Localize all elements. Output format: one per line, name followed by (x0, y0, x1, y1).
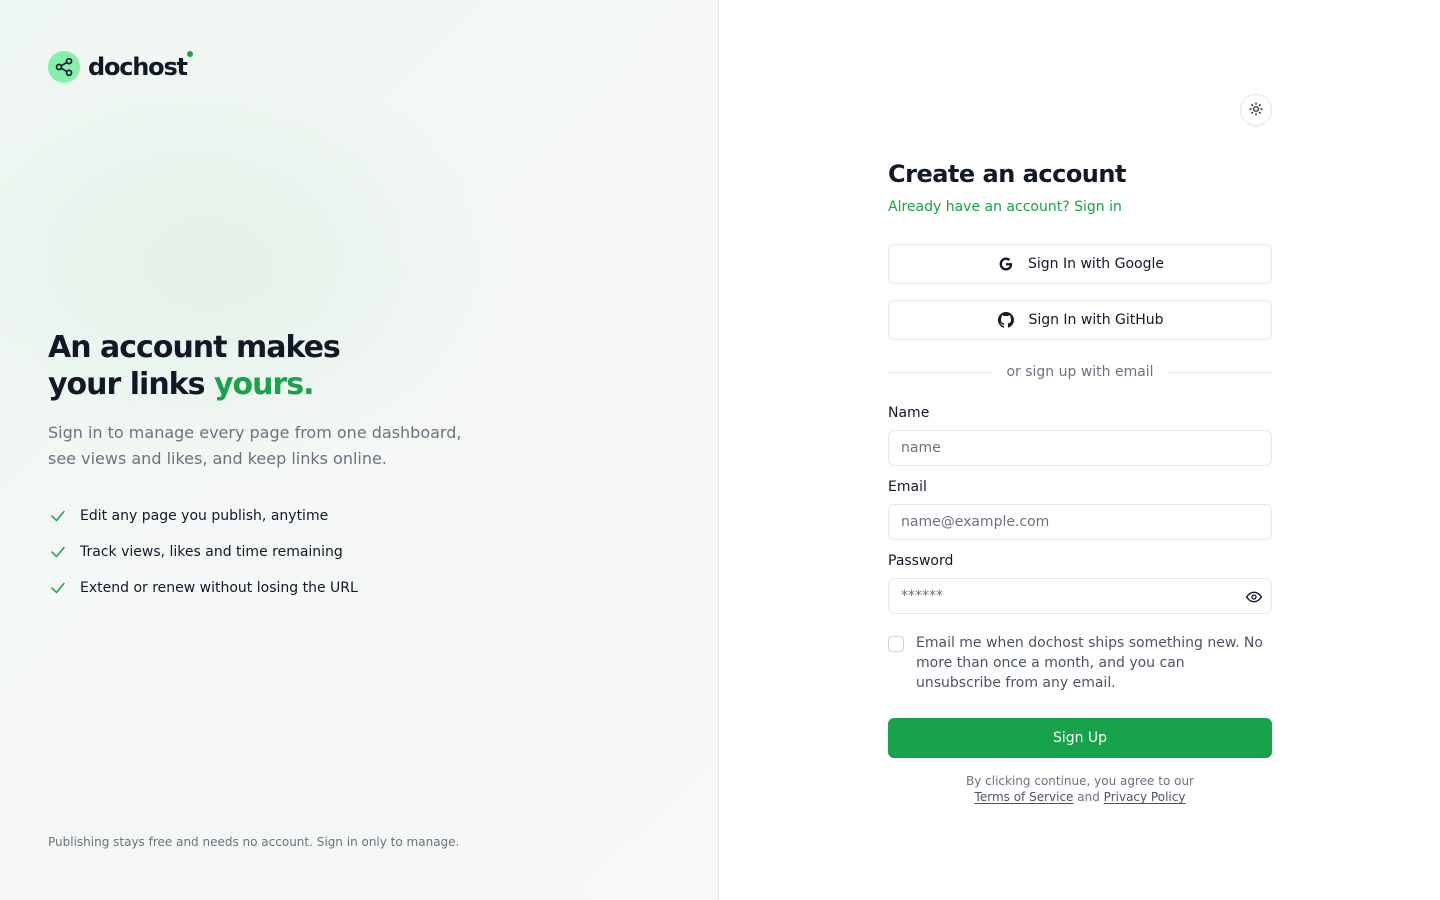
form-title: Create an account (888, 160, 1126, 188)
or-divider: or sign up with email (888, 364, 1273, 380)
eye-icon (1246, 589, 1262, 608)
divider-line (1167, 371, 1273, 373)
check-icon (48, 506, 68, 526)
signup-button[interactable]: Sign Up (888, 718, 1272, 758)
password-input[interactable] (888, 578, 1272, 614)
signin-link[interactable]: Already have an account? Sign in (888, 197, 1272, 217)
footnote: Publishing stays free and needs no accou… (48, 835, 460, 849)
logo[interactable]: dochost (48, 51, 193, 83)
feature-text: Track views, likes and time remaining (80, 544, 343, 560)
github-signin-button[interactable]: Sign In with GitHub (888, 300, 1272, 340)
google-icon (996, 254, 1016, 274)
headline-line2-prefix: your links (48, 367, 214, 402)
share-icon (48, 51, 80, 83)
feature-item: Edit any page you publish, anytime (48, 498, 358, 534)
password-label: Password (888, 553, 954, 569)
hero-headline: An account makes your links yours. (48, 329, 341, 403)
consent-text: Email me when dochost ships something ne… (916, 635, 1263, 691)
name-label: Name (888, 405, 930, 421)
name-input[interactable] (888, 430, 1272, 466)
feature-item: Extend or renew without losing the URL (48, 570, 358, 606)
feature-item: Track views, likes and time remaining (48, 534, 358, 570)
github-icon (996, 310, 1016, 330)
legal-text: By clicking continue, you agree to our T… (888, 773, 1272, 805)
headline-line1: An account makes (48, 330, 341, 365)
signup-form: Create an account Already have an accoun… (888, 157, 1273, 804)
feature-text: Edit any page you publish, anytime (80, 508, 329, 524)
legal-and: and (1077, 790, 1100, 804)
divider-text: or sign up with email (1006, 364, 1154, 380)
logo-wordmark: dochost (88, 51, 193, 83)
logo-dot (186, 51, 193, 57)
hero-subtext: Sign in to manage every page from one da… (48, 423, 462, 468)
marketing-panel: dochost An account makes your links your… (0, 0, 719, 900)
google-signin-button[interactable]: Sign In with Google (888, 244, 1272, 284)
feature-list: Edit any page you publish, anytime Track… (48, 498, 358, 606)
google-button-label: Sign In with Google (1028, 256, 1164, 272)
check-icon (48, 542, 68, 562)
newsletter-checkbox[interactable] (888, 636, 904, 652)
github-button-label: Sign In with GitHub (1028, 312, 1164, 328)
theme-toggle-button[interactable] (1240, 94, 1272, 126)
terms-link[interactable]: Terms of Service (975, 790, 1074, 804)
legal-prefix: By clicking continue, you agree to our (966, 774, 1194, 788)
email-input[interactable] (888, 504, 1272, 540)
feature-text: Extend or renew without losing the URL (80, 580, 358, 596)
privacy-link[interactable]: Privacy Policy (1104, 790, 1186, 804)
headline-accent: yours. (213, 367, 315, 402)
newsletter-consent: Email me when dochost ships something ne… (888, 633, 1272, 693)
sun-icon (1249, 101, 1263, 119)
check-icon (48, 578, 68, 598)
toggle-password-visibility-button[interactable] (1244, 588, 1264, 608)
divider-line (888, 371, 993, 373)
email-label: Email (888, 479, 927, 495)
